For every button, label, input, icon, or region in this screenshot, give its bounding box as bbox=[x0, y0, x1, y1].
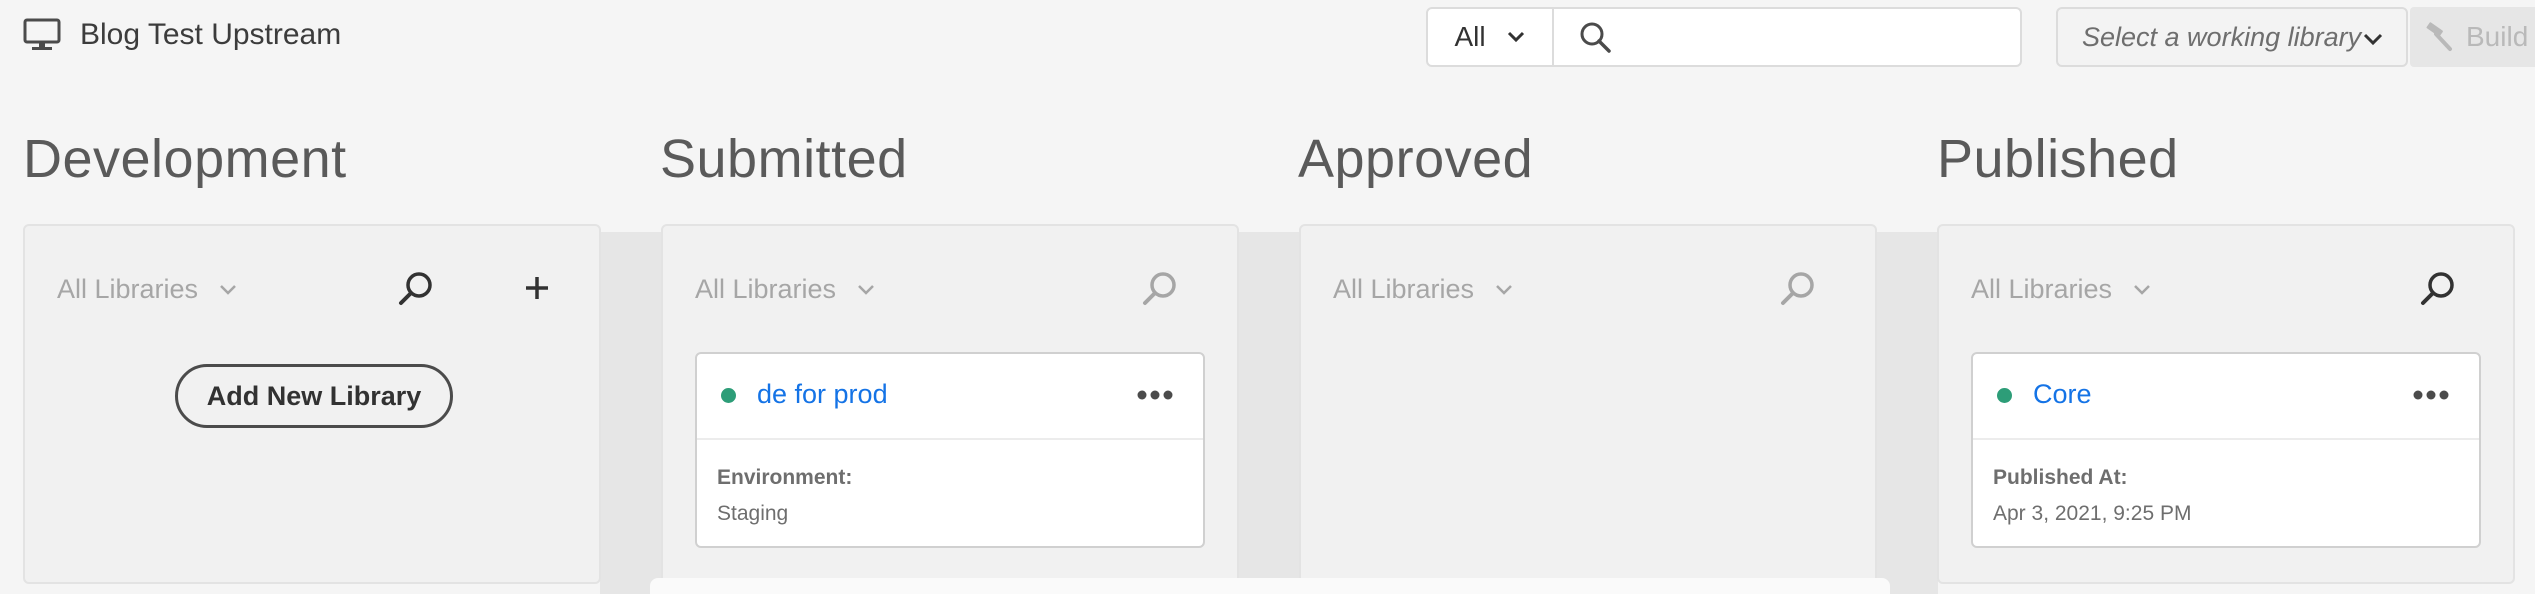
property-name: Blog Test Upstream bbox=[80, 18, 342, 51]
submitted-column: All Libraries de for prod Environment: S… bbox=[661, 224, 1239, 584]
more-icon[interactable] bbox=[1137, 390, 1173, 400]
search-icon[interactable] bbox=[397, 270, 435, 308]
monitor-icon bbox=[23, 18, 61, 50]
library-name-link[interactable]: Core bbox=[2033, 379, 2092, 410]
column-header: All Libraries bbox=[1939, 226, 2513, 346]
status-dot bbox=[721, 388, 736, 403]
top-bar: Blog Test Upstream All Select a working … bbox=[0, 0, 2535, 76]
property-title: Blog Test Upstream bbox=[23, 18, 341, 52]
search-input[interactable] bbox=[1630, 8, 2020, 66]
search-scope-dropdown[interactable]: All bbox=[1428, 9, 1554, 65]
library-filter-dropdown[interactable]: All Libraries bbox=[695, 274, 876, 305]
library-card-header: de for prod bbox=[697, 354, 1203, 440]
chevron-down-icon bbox=[858, 285, 874, 295]
library-filter-dropdown[interactable]: All Libraries bbox=[57, 274, 238, 305]
column-header: All Libraries bbox=[25, 226, 599, 346]
chevron-down-icon bbox=[2134, 285, 2150, 295]
library-filter-label: All Libraries bbox=[1971, 274, 2113, 304]
published-at-value: Apr 3, 2021, 9:25 PM bbox=[1993, 502, 2192, 525]
library-filter-label: All Libraries bbox=[1333, 274, 1475, 304]
library-card-body: Published At: Apr 3, 2021, 9:25 PM bbox=[1973, 440, 2479, 526]
column-header: All Libraries bbox=[1301, 226, 1875, 346]
approved-column: All Libraries bbox=[1299, 224, 1877, 584]
search-group: All bbox=[1426, 7, 2022, 67]
chevron-down-icon bbox=[2363, 33, 2383, 46]
build-label: Build bbox=[2466, 21, 2529, 52]
search-icon[interactable] bbox=[1779, 270, 1817, 308]
status-dot bbox=[1997, 388, 2012, 403]
library-filter-dropdown[interactable]: All Libraries bbox=[1971, 274, 2152, 305]
column-footer-strip bbox=[650, 578, 1890, 594]
search-icon[interactable] bbox=[2419, 270, 2457, 308]
column-title-published: Published bbox=[1937, 129, 2179, 189]
environment-label: Environment: bbox=[717, 466, 853, 489]
published-at-label: Published At: bbox=[1993, 466, 2128, 489]
development-column: All Libraries Add New Library bbox=[23, 224, 601, 584]
library-card[interactable]: de for prod Environment: Staging bbox=[695, 352, 1205, 548]
add-icon[interactable] bbox=[521, 272, 553, 304]
environment-value: Staging bbox=[717, 502, 789, 525]
chevron-down-icon bbox=[1496, 285, 1512, 295]
column-gutter bbox=[1238, 232, 1300, 594]
column-title-submitted: Submitted bbox=[660, 129, 908, 189]
working-library-placeholder: Select a working library bbox=[2082, 21, 2362, 52]
published-column: All Libraries Core Published At: Apr 3, … bbox=[1937, 224, 2515, 584]
column-header: All Libraries bbox=[663, 226, 1237, 346]
search-scope-label: All bbox=[1454, 21, 1486, 52]
chevron-down-icon bbox=[220, 285, 236, 295]
search-icon[interactable] bbox=[1141, 270, 1179, 308]
working-library-select[interactable]: Select a working library bbox=[2056, 7, 2408, 67]
search-icon bbox=[1580, 22, 1611, 53]
build-button[interactable]: Build bbox=[2410, 7, 2535, 67]
column-title-approved: Approved bbox=[1298, 129, 1534, 189]
chevron-down-icon bbox=[1507, 31, 1524, 43]
column-gutter bbox=[1876, 232, 1938, 594]
library-filter-label: All Libraries bbox=[695, 274, 837, 304]
library-card-body: Environment: Staging bbox=[697, 440, 1203, 526]
library-card[interactable]: Core Published At: Apr 3, 2021, 9:25 PM bbox=[1971, 352, 2481, 548]
library-filter-label: All Libraries bbox=[57, 274, 199, 304]
library-filter-dropdown[interactable]: All Libraries bbox=[1333, 274, 1514, 305]
add-new-library-button[interactable]: Add New Library bbox=[175, 364, 453, 428]
hammer-icon bbox=[2426, 22, 2452, 51]
column-gutter bbox=[600, 232, 662, 594]
search-field bbox=[1554, 8, 2020, 66]
library-name-link[interactable]: de for prod bbox=[757, 379, 888, 410]
more-icon[interactable] bbox=[2413, 390, 2449, 400]
library-card-header: Core bbox=[1973, 354, 2479, 440]
column-title-development: Development bbox=[23, 129, 347, 189]
